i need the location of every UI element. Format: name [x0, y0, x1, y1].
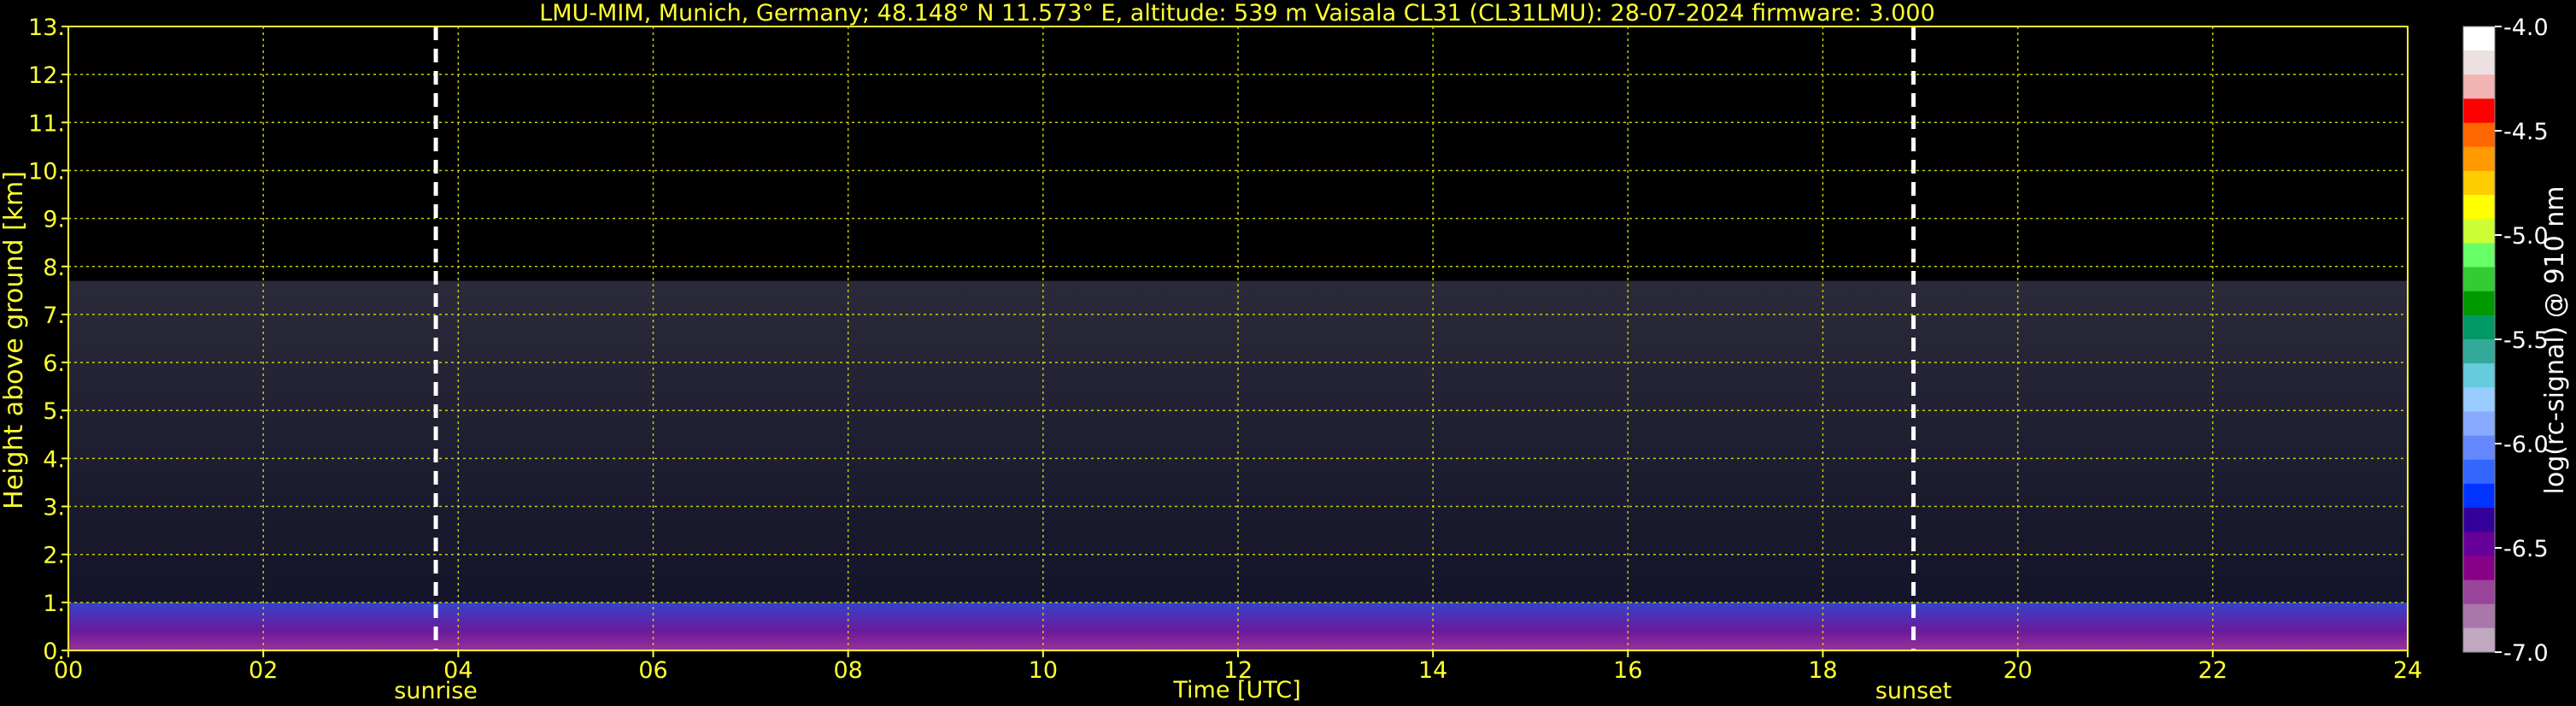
y-tick-label: 6. — [43, 350, 65, 377]
colorbar-segment — [2463, 627, 2495, 653]
y-tick-label: 2. — [43, 543, 65, 569]
colorbar-segment — [2463, 219, 2495, 244]
x-tick-label: 16 — [1613, 657, 1642, 684]
colorbar-segment — [2463, 291, 2495, 316]
colorbar-segment — [2463, 122, 2495, 148]
colorbar-tick-label: -6.0 — [2503, 432, 2549, 458]
colorbar-segment — [2463, 435, 2495, 461]
colorbar-segment — [2463, 170, 2495, 196]
colorbar-segment — [2463, 459, 2495, 485]
colorbar-tick-label: -5.0 — [2503, 223, 2549, 250]
chart-title: LMU-MIM, Munich, Germany; 48.148° N 11.5… — [539, 0, 1935, 26]
colorbar-segment — [2463, 98, 2495, 124]
colorbar-tick-label: -6.5 — [2503, 536, 2549, 562]
y-tick-label: 11. — [28, 110, 65, 137]
colorbar-segment — [2463, 339, 2495, 364]
colorbar-segment — [2463, 315, 2495, 340]
x-tick-label: 22 — [2198, 657, 2227, 684]
y-tick-label: 3. — [43, 495, 65, 521]
y-tick-label: 10. — [28, 158, 65, 185]
colorbar-tick-label: -5.5 — [2503, 327, 2549, 354]
y-tick-label: 4. — [43, 446, 65, 473]
colorbar-segment — [2463, 26, 2495, 51]
colorbar-segment — [2463, 50, 2495, 75]
x-tick-label: 12 — [1223, 657, 1253, 684]
colorbar-segment — [2463, 195, 2495, 220]
x-tick-label: 20 — [2003, 657, 2032, 684]
colorbar-segment — [2463, 243, 2495, 268]
colorbar: -4.0 -4.5 -5.0 -5.5 -6.0 -6.5 -7.0 — [2462, 15, 2549, 667]
colorbar-segment — [2463, 603, 2495, 629]
y-tick-label: 12. — [28, 62, 65, 89]
x-tick-label: 10 — [1029, 657, 1058, 684]
colorbar-tick-label: -7.0 — [2503, 640, 2549, 667]
colorbar-segment — [2463, 411, 2495, 437]
x-tick-label: 18 — [1808, 657, 1837, 684]
colorbar-segment — [2463, 532, 2495, 556]
colorbar-segment — [2463, 508, 2495, 532]
x-tick-label: 14 — [1418, 657, 1447, 684]
colorbar-tick-label: -4.0 — [2503, 15, 2549, 41]
x-tick-label: 24 — [2393, 657, 2422, 684]
y-tick-label: 7. — [43, 303, 65, 329]
y-tick-label: 0. — [43, 638, 65, 665]
colorbar-segment — [2463, 556, 2495, 581]
colorbar-segment — [2463, 363, 2495, 388]
x-tick-label: 02 — [249, 657, 278, 684]
x-tick-label: 08 — [833, 657, 862, 684]
y-tick-label: 13. — [28, 15, 65, 41]
y-axis-label: Height above ground [km] — [0, 171, 29, 509]
colorbar-segment — [2463, 580, 2495, 605]
colorbar-segment — [2463, 387, 2495, 412]
ceilometer-chart: LMU-MIM, Munich, Germany; 48.148° N 11.5… — [0, 0, 2570, 704]
colorbar-segment — [2463, 267, 2495, 292]
colorbar-segment — [2463, 146, 2495, 172]
y-tick-label: 9. — [43, 207, 65, 233]
y-tick-label: 5. — [43, 398, 65, 425]
colorbar-tick-label: -4.5 — [2503, 119, 2549, 145]
x-tick-label: 06 — [638, 657, 667, 684]
colorbar-segment — [2463, 74, 2495, 99]
colorbar-segment — [2463, 483, 2495, 509]
y-tick-label: 1. — [43, 591, 65, 617]
y-tick-label: 8. — [43, 255, 65, 281]
x-tick-label: 04 — [443, 657, 472, 684]
marker-label: sunset — [1875, 678, 1952, 704]
